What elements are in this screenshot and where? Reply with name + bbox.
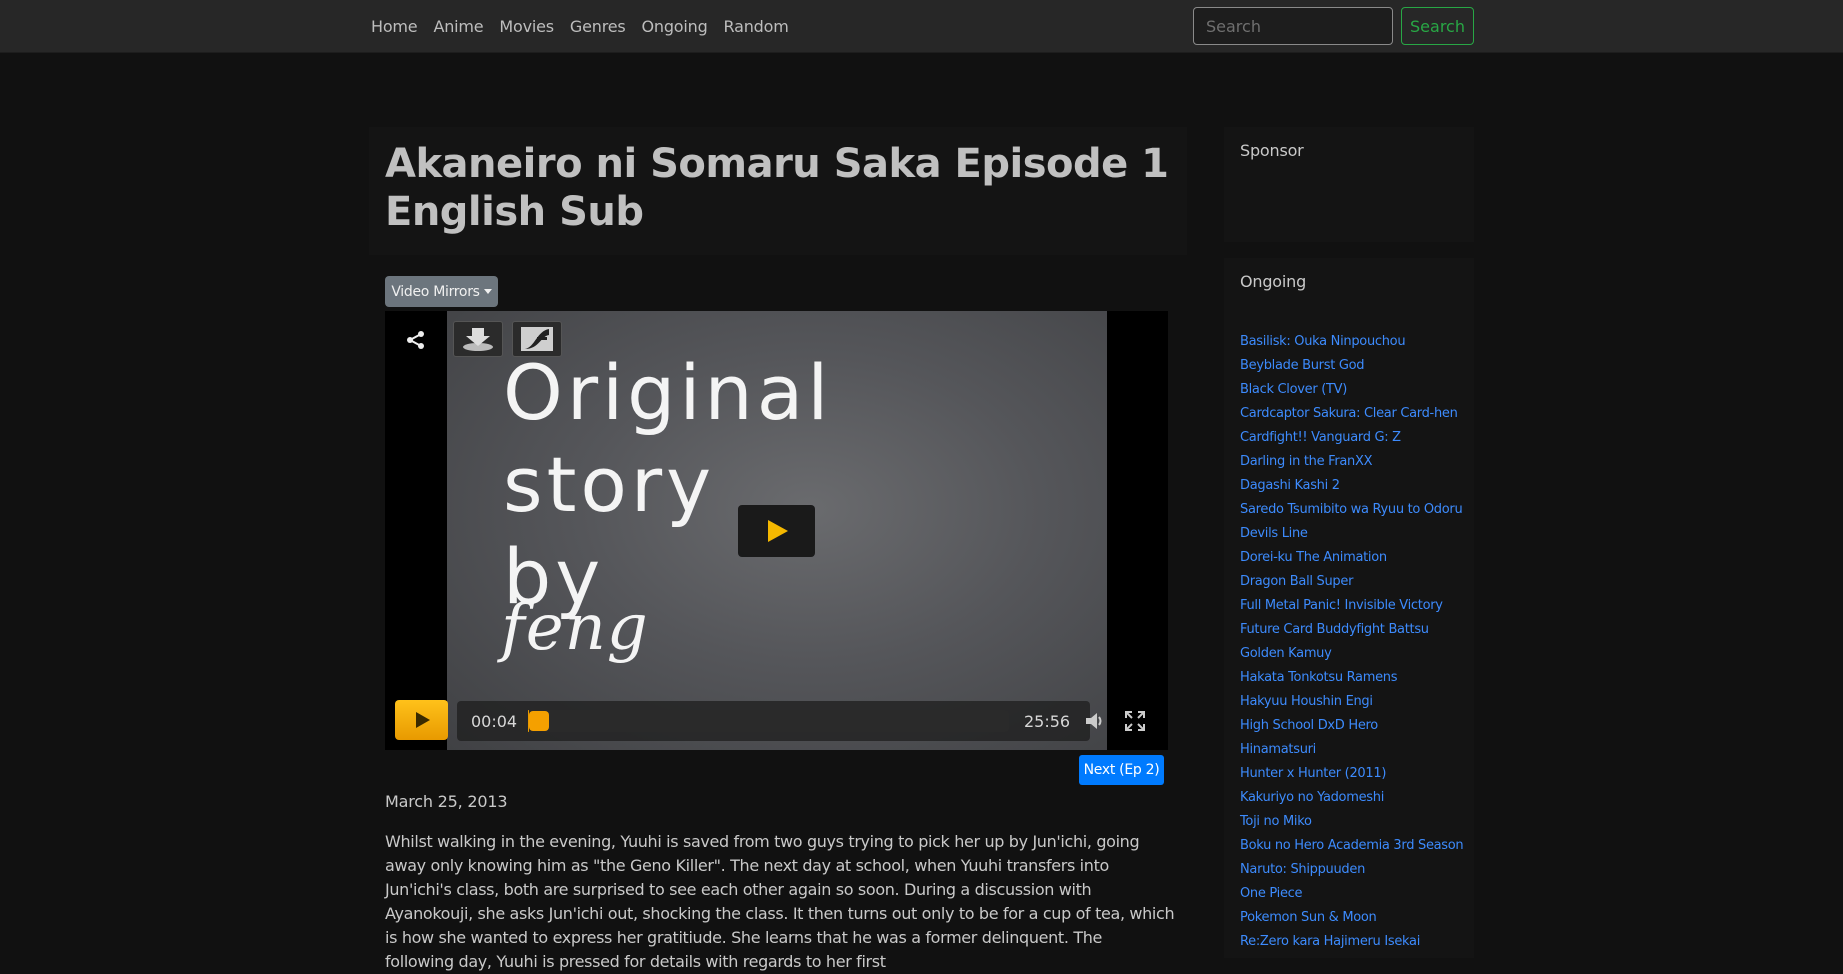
list-item: Boku no Hero Academia 3rd Season (1240, 834, 1464, 858)
list-item: Golden Kamuy (1240, 642, 1463, 666)
ongoing-anime-link[interactable]: Pokemon Sun & Moon (1240, 910, 1377, 925)
list-item: Dragon Ball Super (1240, 570, 1463, 594)
search-button[interactable]: Search (1401, 7, 1474, 45)
ongoing-anime-link[interactable]: Toji no Miko (1240, 814, 1312, 829)
sponsor-heading: Sponsor (1240, 141, 1304, 160)
download-button[interactable] (453, 321, 503, 357)
ongoing-anime-link[interactable]: Darling in the FranXX (1240, 454, 1373, 469)
ongoing-anime-link[interactable]: Re:Zero kara Hajimeru Isekai (1240, 934, 1420, 949)
play-icon (415, 712, 430, 728)
video-frame-line: Original (503, 348, 833, 437)
list-item: Hakyuu Houshin Engi (1240, 690, 1463, 714)
ongoing-anime-link[interactable]: Beyblade Burst God (1240, 358, 1365, 373)
list-item: Full Metal Panic! Invisible Victory (1240, 594, 1463, 618)
progress-bar[interactable] (528, 710, 1009, 732)
video-frame-signature: feng (501, 591, 649, 665)
ongoing-anime-link[interactable]: Naruto: Shippuuden (1240, 862, 1365, 877)
ongoing-heading: Ongoing (1240, 272, 1307, 291)
nav-links: Home Anime Movies Genres Ongoing Random (371, 0, 805, 53)
list-item: Dagashi Kashi 2 (1240, 474, 1463, 498)
list-item: Cardfight!! Vanguard G: Z (1240, 426, 1463, 450)
ongoing-anime-link[interactable]: Black Clover (TV) (1240, 382, 1347, 397)
ongoing-list: Basilisk: Ouka Ninpouchou Beyblade Burst … (1240, 330, 1464, 954)
total-time: 25:56 (1024, 712, 1071, 731)
list-item: High School DxD Hero (1240, 714, 1463, 738)
list-item: Black Clover (TV) (1240, 378, 1463, 402)
ongoing-anime-link[interactable]: Full Metal Panic! Invisible Victory (1240, 598, 1443, 613)
list-item: Hunter x Hunter (2011) (1240, 762, 1463, 786)
list-item: Toji no Miko (1240, 810, 1463, 834)
nav-ongoing-link[interactable]: Ongoing (642, 17, 708, 36)
list-item: Saredo Tsumibito wa Ryuu to Odoru (1240, 498, 1463, 522)
list-item: Kakuriyo no Yadomeshi (1240, 786, 1463, 810)
video-frame-text: Original story by (503, 347, 832, 623)
ongoing-anime-link[interactable]: Devils Line (1240, 526, 1308, 541)
page-title: Akaneiro ni Somaru Saka Episode 1 Englis… (385, 141, 1169, 235)
ongoing-anime-link[interactable]: One Piece (1240, 886, 1303, 901)
nav-random-link[interactable]: Random (724, 17, 789, 36)
ongoing-anime-link[interactable]: Hunter x Hunter (2011) (1240, 766, 1386, 781)
play-button[interactable] (395, 700, 448, 740)
list-item: Basilisk: Ouka Ninpouchou (1240, 330, 1463, 354)
ongoing-anime-link[interactable]: Kakuriyo no Yadomeshi (1240, 790, 1384, 805)
list-item: Devils Line (1240, 522, 1463, 546)
episode-synopsis: Whilst walking in the evening, Yuuhi is … (385, 832, 1175, 971)
video-mirrors-dropdown[interactable]: Video Mirrors (385, 276, 498, 307)
flash-button[interactable] (512, 321, 562, 357)
volume-icon[interactable] (1084, 710, 1106, 732)
play-icon (767, 520, 788, 542)
ongoing-anime-link[interactable]: Basilisk: Ouka Ninpouchou (1240, 334, 1406, 349)
nav-anime-link[interactable]: Anime (433, 17, 483, 36)
ongoing-anime-link[interactable]: Boku no Hero Academia 3rd Season (1240, 838, 1464, 853)
share-icon[interactable] (405, 329, 427, 351)
list-item: Pokemon Sun & Moon (1240, 906, 1463, 930)
nav-home-link[interactable]: Home (371, 17, 418, 36)
release-date: March 25, 2013 (385, 792, 508, 811)
list-item: Darling in the FranXX (1240, 450, 1463, 474)
list-item: Hinamatsuri (1240, 738, 1463, 762)
search-input[interactable] (1193, 7, 1393, 45)
next-episode-button[interactable]: Next (Ep 2) (1079, 755, 1164, 785)
progress-handle[interactable] (529, 711, 549, 731)
ongoing-anime-link[interactable]: Dragon Ball Super (1240, 574, 1353, 589)
fullscreen-icon[interactable] (1124, 710, 1146, 732)
ongoing-anime-link[interactable]: Dorei-ku The Animation (1240, 550, 1387, 565)
list-item: Beyblade Burst God (1240, 354, 1463, 378)
list-item: Dorei-ku The Animation (1240, 546, 1463, 570)
ongoing-anime-link[interactable]: Hinamatsuri (1240, 742, 1316, 757)
list-item: Cardcaptor Sakura: Clear Card-hen (1240, 402, 1463, 426)
list-item: Naruto: Shippuuden (1240, 858, 1463, 882)
video-mirrors-label: Video Mirrors (391, 283, 480, 300)
nav-genres-link[interactable]: Genres (570, 17, 626, 36)
ongoing-anime-link[interactable]: Future Card Buddyfight Battsu (1240, 622, 1429, 637)
navbar: Home Anime Movies Genres Ongoing Random … (0, 0, 1843, 53)
download-icon (463, 328, 493, 351)
list-item: Re:Zero kara Hajimeru Isekai (1240, 930, 1463, 954)
video-player[interactable]: Original story by feng 00:04 25:56 (385, 311, 1168, 750)
caret-down-icon (483, 289, 492, 294)
ongoing-anime-link[interactable]: Golden Kamuy (1240, 646, 1332, 661)
list-item: Hakata Tonkotsu Ramens (1240, 666, 1463, 690)
flash-icon (521, 327, 553, 351)
list-item: Future Card Buddyfight Battsu (1240, 618, 1463, 642)
ongoing-anime-link[interactable]: Cardfight!! Vanguard G: Z (1240, 430, 1401, 445)
big-play-button[interactable] (738, 505, 815, 557)
ongoing-anime-link[interactable]: Dagashi Kashi 2 (1240, 478, 1340, 493)
ongoing-anime-link[interactable]: Saredo Tsumibito wa Ryuu to Odoru (1240, 502, 1463, 517)
ongoing-anime-link[interactable]: High School DxD Hero (1240, 718, 1378, 733)
current-time: 00:04 (471, 712, 518, 731)
ongoing-anime-link[interactable]: Hakyuu Houshin Engi (1240, 694, 1373, 709)
nav-movies-link[interactable]: Movies (499, 17, 554, 36)
ongoing-anime-link[interactable]: Hakata Tonkotsu Ramens (1240, 670, 1397, 685)
ongoing-anime-link[interactable]: Cardcaptor Sakura: Clear Card-hen (1240, 406, 1458, 421)
list-item: One Piece (1240, 882, 1463, 906)
